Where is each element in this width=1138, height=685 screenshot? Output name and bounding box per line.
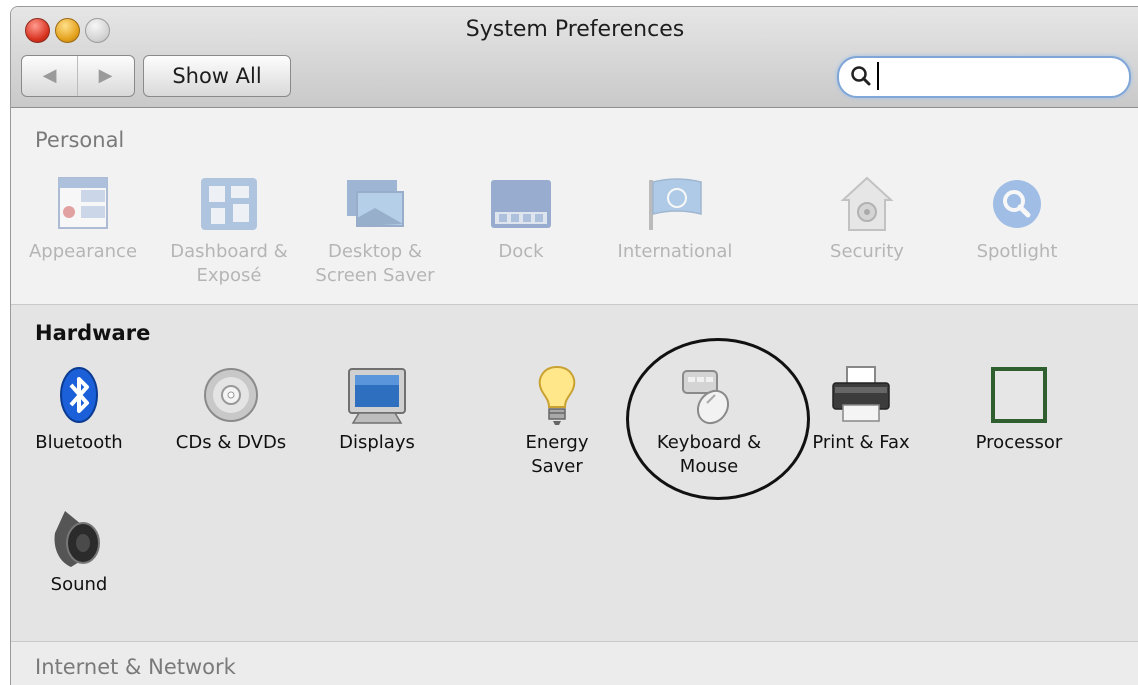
pref-spotlight[interactable]: Spotlight bbox=[947, 172, 1087, 264]
back-forward-control: ◀ ▶ bbox=[21, 55, 135, 97]
pref-label: Energy Saver bbox=[525, 432, 589, 477]
pref-dashboard-expose[interactable]: Dashboard & Exposé bbox=[159, 172, 299, 288]
speaker-icon bbox=[54, 511, 100, 567]
pref-desktop-screensaver[interactable]: Desktop & Screen Saver bbox=[305, 172, 445, 288]
pref-cds-dvds[interactable]: CDs & DVDs bbox=[161, 363, 301, 455]
pref-label: Processor bbox=[975, 432, 1063, 453]
pref-sound[interactable]: Sound bbox=[27, 505, 131, 597]
pref-bluetooth[interactable]: Bluetooth bbox=[11, 363, 149, 455]
internet-network-section: Internet & Network bbox=[11, 642, 1138, 685]
printer-icon bbox=[832, 366, 890, 422]
search-field[interactable] bbox=[837, 56, 1131, 98]
pref-label: Dashboard & Exposé bbox=[170, 241, 288, 286]
pref-label: Bluetooth bbox=[35, 432, 123, 453]
section-title-hardware: Hardware bbox=[35, 321, 151, 345]
pref-energy-saver[interactable]: Energy Saver bbox=[487, 363, 627, 479]
pref-processor[interactable]: Processor bbox=[949, 363, 1089, 455]
appearance-icon bbox=[58, 177, 108, 229]
spotlight-icon bbox=[993, 180, 1041, 228]
forward-button[interactable]: ▶ bbox=[78, 56, 133, 96]
back-button[interactable]: ◀ bbox=[22, 56, 78, 96]
pref-label: Print & Fax bbox=[812, 432, 910, 453]
pref-keyboard-mouse[interactable]: Keyboard & Mouse bbox=[639, 363, 779, 479]
pref-label: CDs & DVDs bbox=[175, 432, 287, 453]
bluetooth-icon bbox=[60, 367, 98, 423]
cd-dvd-icon bbox=[204, 368, 258, 422]
processor-icon bbox=[991, 367, 1047, 423]
pref-label: International bbox=[617, 241, 733, 262]
search-input[interactable] bbox=[877, 62, 1121, 90]
pref-label: Spotlight bbox=[976, 241, 1058, 262]
dock-icon bbox=[491, 180, 551, 228]
pref-displays[interactable]: Displays bbox=[307, 363, 447, 455]
desktop-screensaver-icon bbox=[347, 180, 404, 227]
security-house-icon bbox=[840, 176, 894, 231]
pref-appearance[interactable]: Appearance bbox=[13, 172, 153, 264]
personal-section: Personal Appearance Dashboard & Exposé D… bbox=[11, 108, 1138, 305]
pref-label: Keyboard & Mouse bbox=[656, 432, 762, 477]
window-title: System Preferences bbox=[465, 17, 685, 42]
hardware-section: Hardware Bluetooth CDs & DVDs Displays E… bbox=[11, 305, 1138, 642]
section-title-internet-network: Internet & Network bbox=[35, 655, 236, 679]
system-preferences-window: System Preferences ◀ ▶ Show All Personal bbox=[10, 6, 1138, 685]
title-bar: System Preferences ◀ ▶ Show All bbox=[11, 7, 1138, 108]
pref-international[interactable]: International bbox=[605, 172, 745, 264]
show-all-button[interactable]: Show All bbox=[143, 55, 291, 97]
pref-print-fax[interactable]: Print & Fax bbox=[791, 363, 931, 455]
lightbulb-icon bbox=[538, 365, 576, 425]
pref-label: Sound bbox=[50, 574, 108, 595]
international-flag-icon bbox=[649, 178, 702, 230]
pref-dock[interactable]: Dock bbox=[451, 172, 591, 264]
section-title-personal: Personal bbox=[35, 128, 125, 152]
pref-security[interactable]: Security bbox=[797, 172, 937, 264]
pref-label: Displays bbox=[339, 432, 415, 453]
search-icon bbox=[851, 66, 871, 86]
pref-label: Security bbox=[830, 241, 904, 262]
pref-label: Dock bbox=[498, 241, 544, 262]
display-icon bbox=[348, 368, 406, 424]
keyboard-mouse-icon bbox=[682, 370, 730, 425]
pref-label: Appearance bbox=[28, 241, 138, 262]
pref-label: Desktop & Screen Saver bbox=[315, 241, 435, 286]
dashboard-expose-icon bbox=[201, 178, 257, 230]
